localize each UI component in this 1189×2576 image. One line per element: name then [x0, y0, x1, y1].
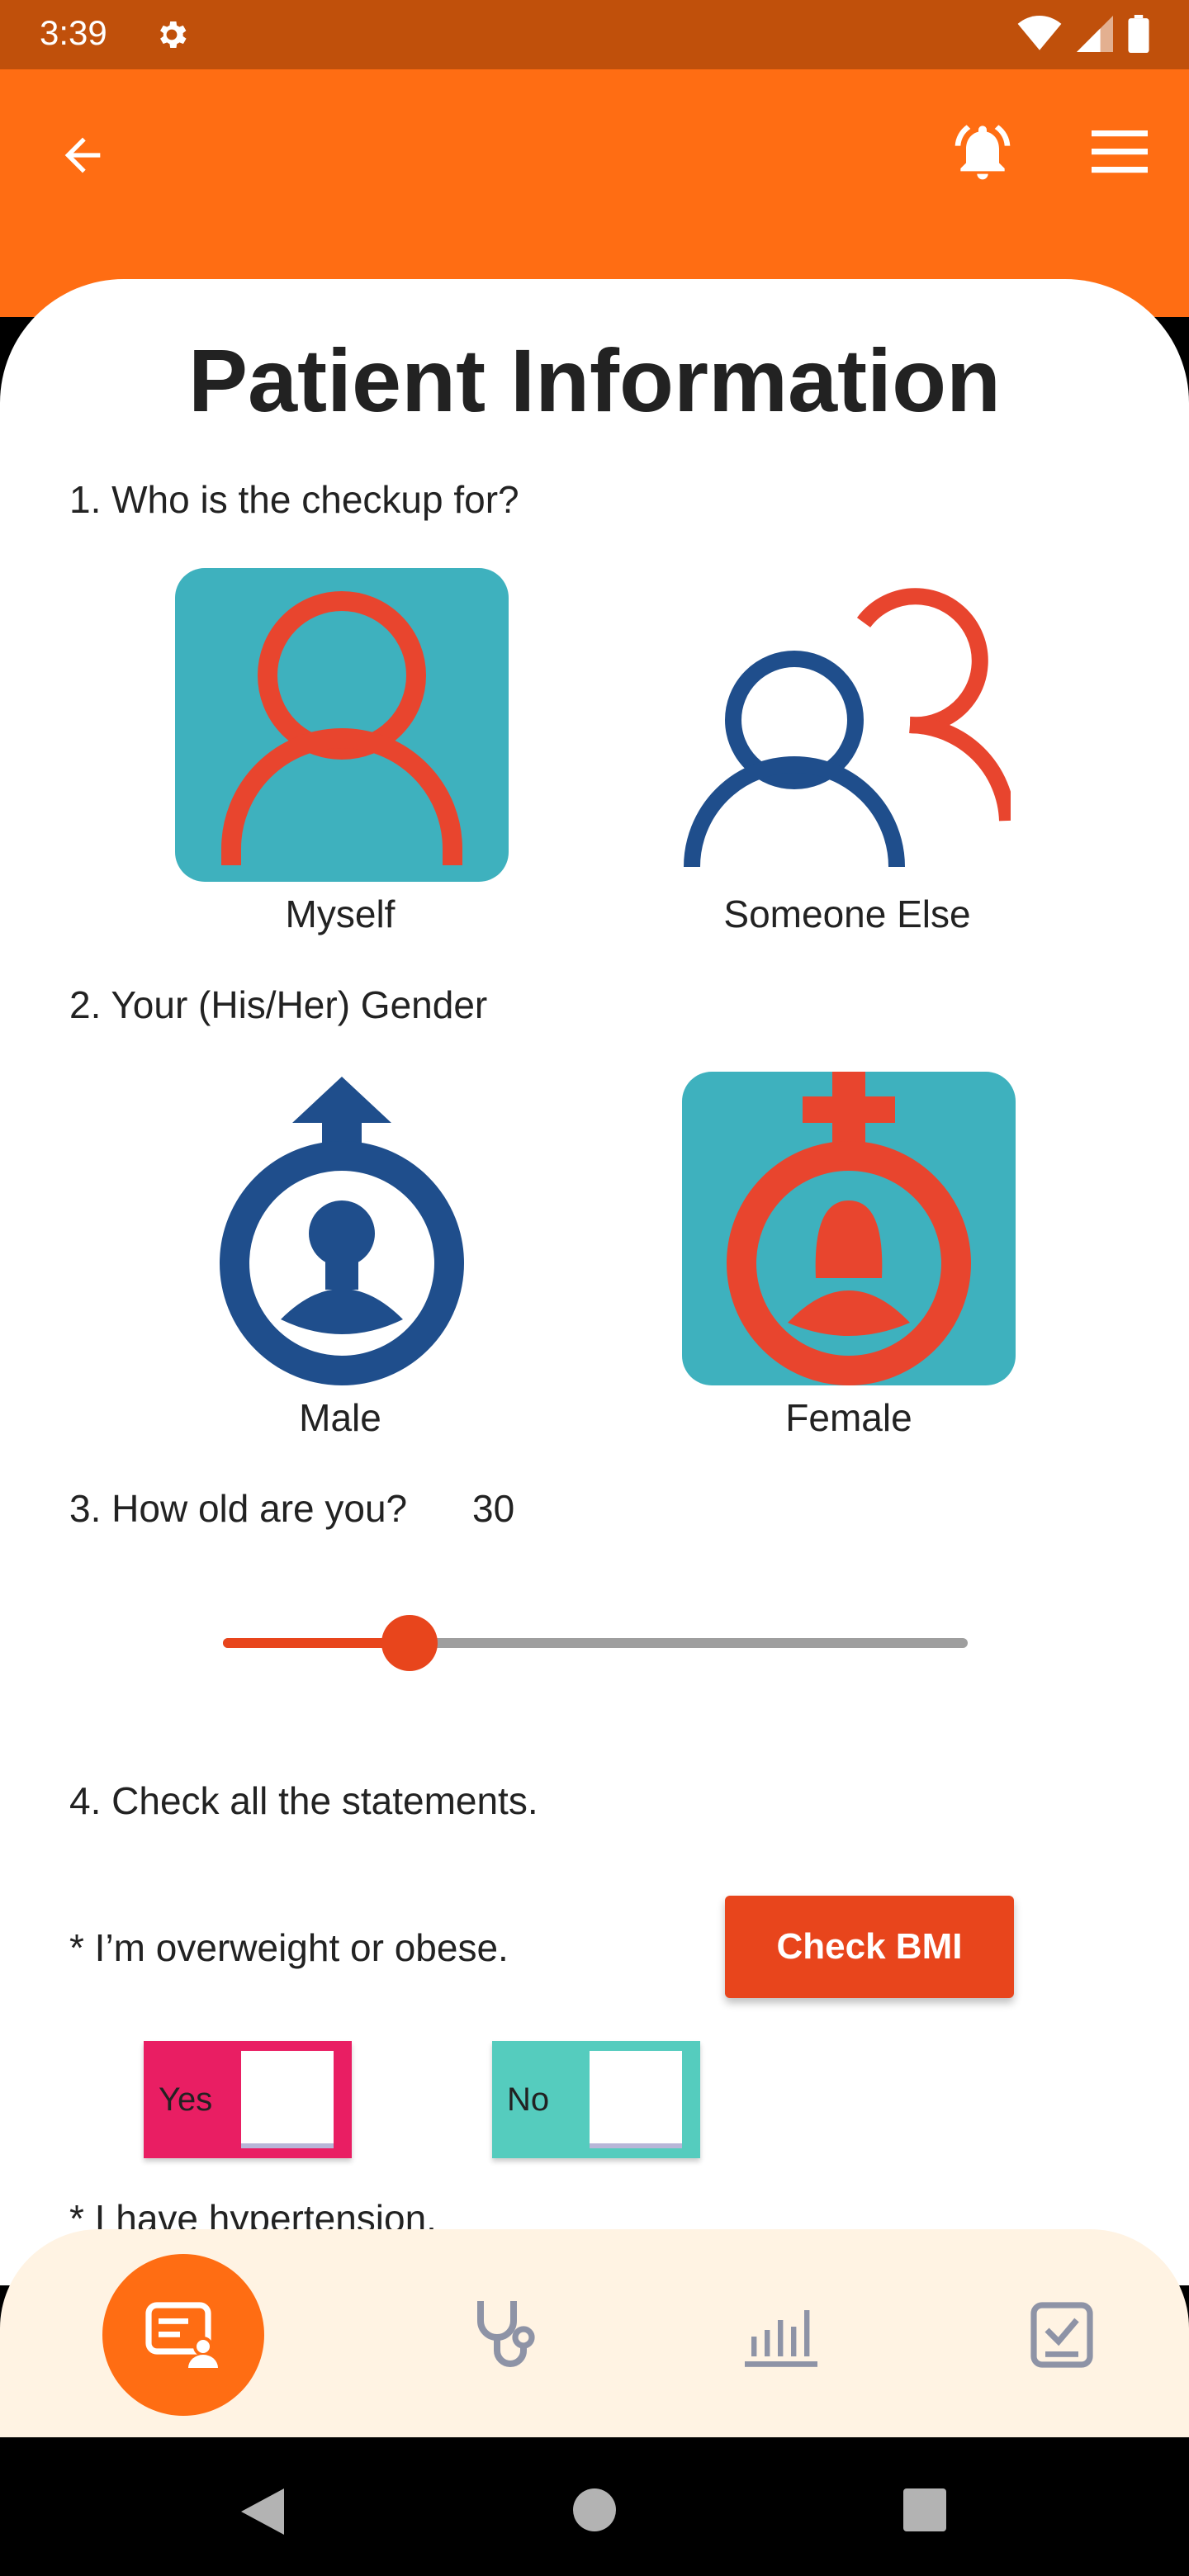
status-bar: 3:39 — [0, 0, 1189, 69]
question-who-is-checkup-for: 1. Who is the checkup for? — [69, 478, 519, 521]
battery-icon — [1128, 15, 1149, 53]
system-back-icon[interactable] — [241, 2488, 284, 2535]
question-gender: 2. Your (His/Her) Gender — [69, 983, 488, 1026]
cellular-signal-icon — [1077, 16, 1113, 52]
hamburger-menu-icon — [1092, 130, 1148, 173]
age-slider[interactable] — [223, 1615, 968, 1671]
check-bmi-button[interactable]: Check BMI — [725, 1896, 1014, 1998]
option-myself[interactable] — [175, 568, 509, 882]
status-icons — [1017, 15, 1149, 53]
ringing-bell-icon — [955, 125, 1011, 180]
question-age: 3. How old are you? — [69, 1487, 408, 1530]
status-time: 3:39 — [40, 13, 107, 52]
system-recents-icon[interactable] — [903, 2488, 946, 2531]
option-male-label: Male — [299, 1396, 381, 1439]
option-female-label: Female — [785, 1396, 912, 1439]
notifications-button[interactable] — [943, 112, 1022, 192]
male-icon — [220, 1077, 464, 1385]
page-title: Patient Information — [187, 330, 1002, 430]
stethoscope-icon — [477, 2301, 535, 2367]
yes-label: Yes — [159, 2081, 213, 2118]
nav-checkup[interactable] — [462, 2294, 545, 2376]
questionnaire-icon — [145, 2302, 218, 2368]
option-male[interactable] — [175, 1072, 509, 1385]
overweight-no-toggle[interactable]: No — [492, 2041, 700, 2158]
two-people-icon — [684, 588, 1011, 868]
system-home-icon[interactable] — [573, 2488, 616, 2531]
back-button[interactable] — [46, 119, 119, 192]
option-someone-else-label: Someone Else — [723, 893, 971, 935]
option-myself-label: Myself — [285, 893, 396, 935]
option-female[interactable] — [682, 1072, 1016, 1385]
option-someone-else[interactable] — [679, 568, 1012, 882]
yes-checkbox[interactable] — [241, 2051, 334, 2143]
statement-overweight: * I’m overweight or obese. — [69, 1926, 509, 1969]
person-icon — [221, 591, 462, 865]
no-checkbox[interactable] — [590, 2051, 682, 2143]
content-card: Patient Information 1. Who is the checku… — [0, 279, 1189, 2285]
menu-button[interactable] — [1083, 116, 1156, 188]
checklist-icon — [1030, 2302, 1093, 2368]
overweight-yes-toggle[interactable]: Yes — [144, 2041, 352, 2158]
bottom-navigation — [0, 2229, 1189, 2437]
system-navigation-bar — [0, 2437, 1189, 2576]
age-slider-thumb[interactable] — [381, 1615, 438, 1671]
settings-gear-icon — [160, 21, 187, 48]
age-value: 30 — [472, 1487, 515, 1530]
chart-icon — [745, 2310, 817, 2367]
nav-checklist[interactable] — [1021, 2294, 1103, 2376]
question-statements: 4. Check all the statements. — [69, 1779, 538, 1822]
nav-questionnaire[interactable] — [102, 2254, 264, 2416]
no-label: No — [507, 2081, 550, 2118]
female-icon — [727, 1072, 971, 1385]
wifi-icon — [1017, 16, 1062, 50]
nav-statistics[interactable] — [741, 2294, 824, 2376]
arrow-left-icon — [64, 137, 101, 173]
